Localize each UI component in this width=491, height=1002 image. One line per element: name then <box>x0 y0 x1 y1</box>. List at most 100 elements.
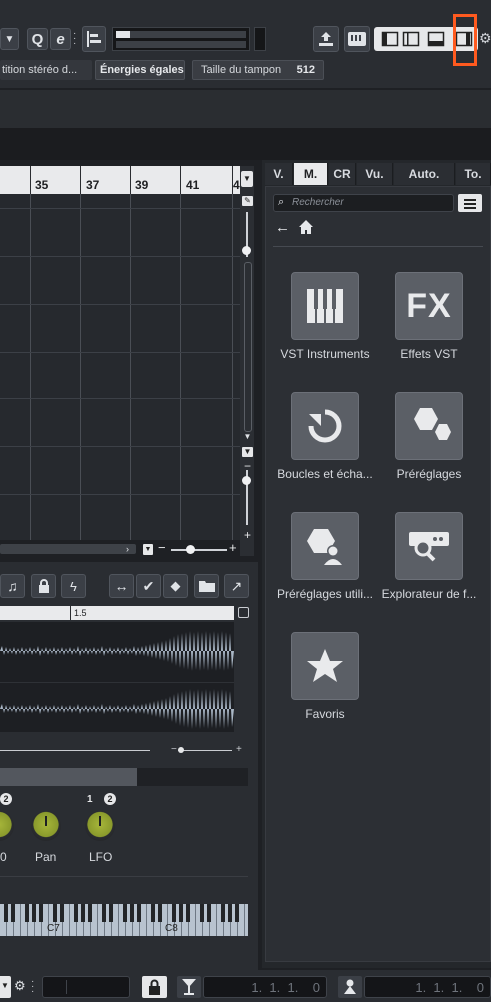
right-locator-field[interactable]: 1. 1. 1. 0 <box>364 976 491 998</box>
right-locator-button[interactable] <box>338 976 362 998</box>
edit-in-place-button[interactable]: e <box>50 28 71 50</box>
back-arrow-icon[interactable]: ← <box>275 219 291 236</box>
folder-button[interactable] <box>194 574 219 598</box>
user-presets-tile[interactable] <box>291 512 359 580</box>
favorites-label: Favoris <box>305 707 345 721</box>
lock-button[interactable] <box>31 574 56 598</box>
list-view-button[interactable] <box>458 194 482 212</box>
buffer-size-field[interactable]: Taille du tampon 512 <box>192 60 324 80</box>
status-dropdown[interactable]: ▼ <box>0 976 11 998</box>
tab-media[interactable]: M. <box>294 163 328 185</box>
loops-tile[interactable] <box>291 392 359 460</box>
left-locator-value: 1. 1. 1. 0 <box>251 980 320 995</box>
lower-zone-toggle[interactable] <box>427 30 445 48</box>
horizontal-zoom-out[interactable]: − <box>158 541 168 554</box>
sampler-zoom-in[interactable]: + <box>236 744 244 755</box>
sampler-scroll-line[interactable] <box>0 750 150 751</box>
zoom-preset-menu[interactable]: ▼ <box>143 544 153 555</box>
search-field[interactable]: ⌕ Rechercher <box>273 194 454 212</box>
left-zone-toggle[interactable] <box>381 30 399 48</box>
left-locator-field[interactable]: 1. 1. 1. 0 <box>203 976 327 998</box>
horizontal-zoom-in[interactable]: + <box>229 541 239 554</box>
dropdown-arrow-button[interactable]: ▼ <box>0 28 19 50</box>
tab-tools[interactable]: To. <box>456 163 491 185</box>
quantize-button[interactable]: Q <box>27 28 48 50</box>
right-locator-value: 1. 1. 1. 0 <box>415 980 484 995</box>
midi-keyboard-icon <box>348 32 366 46</box>
sampler-zoom-handle[interactable] <box>178 747 184 753</box>
file-explorer-tile[interactable] <box>395 512 463 580</box>
scroll-right-arrow[interactable]: › <box>126 544 136 554</box>
pan-knob[interactable] <box>31 811 61 841</box>
lfo-knob[interactable] <box>85 811 115 841</box>
left-locator-button[interactable] <box>177 976 201 998</box>
vst-instruments-label: VST Instruments <box>280 347 370 361</box>
align-left-icon <box>87 31 101 47</box>
transpose-button[interactable]: ↔ <box>109 574 134 598</box>
home-icon[interactable] <box>298 219 314 235</box>
loop-checkbox[interactable] <box>238 607 249 618</box>
e-icon: e <box>56 30 65 48</box>
pencil-icon[interactable]: ✎ <box>242 196 253 206</box>
waveform-right <box>0 689 234 729</box>
vst-instruments-tile[interactable] <box>291 272 359 340</box>
status-settings-icon[interactable]: ⚙ <box>14 978 28 996</box>
waveform-left <box>0 631 234 671</box>
lfo-badge: 2 <box>104 793 116 805</box>
lock-button[interactable] <box>142 976 167 998</box>
keyboard-button[interactable] <box>344 26 370 52</box>
kebab-icon[interactable]: · · · <box>31 977 34 997</box>
user-preset-icon <box>307 529 342 565</box>
right-locator-icon <box>344 979 356 994</box>
lock-icon <box>38 579 49 593</box>
vst-effects-tile[interactable]: FX <box>395 272 463 340</box>
kebab-icon[interactable]: · · · <box>73 29 76 49</box>
eraser-icon: ◆ <box>170 578 181 593</box>
equal-energy-field[interactable]: Énergies égales <box>95 60 185 80</box>
loop-icon <box>308 409 342 443</box>
erase-button[interactable]: ◆ <box>163 574 188 598</box>
open-external-button[interactable]: ↗ <box>224 574 249 598</box>
meter-clip-indicator[interactable] <box>254 27 266 51</box>
upload-icon <box>319 32 333 46</box>
track-height-menu[interactable]: ▼ <box>242 447 253 457</box>
caret-down-icon: ▼ <box>4 33 15 45</box>
sampler-zoom-slider[interactable] <box>178 750 232 751</box>
gear-icon[interactable]: ⚙ <box>479 30 491 48</box>
tab-cr[interactable]: CR <box>329 163 356 185</box>
vertical-zoom-handle[interactable] <box>242 246 251 255</box>
piano-keys-icon <box>307 289 343 323</box>
file-explorer-icon <box>409 532 449 562</box>
tab-vst[interactable]: V. <box>265 163 293 185</box>
lightning-button[interactable]: ϟ <box>61 574 86 598</box>
export-button[interactable] <box>313 26 339 52</box>
presets-tile[interactable] <box>395 392 463 460</box>
scroll-down-arrow[interactable]: ▼ <box>242 432 253 442</box>
search-icon: ⌕ <box>278 196 285 208</box>
status-field-empty[interactable] <box>42 976 130 998</box>
apply-button[interactable]: ✔ <box>136 574 161 598</box>
favorites-tile[interactable] <box>291 632 359 700</box>
track-zoom-handle[interactable] <box>242 476 251 485</box>
vst-effects-label: Effets VST <box>400 347 458 361</box>
horizontal-zoom-handle[interactable] <box>186 545 195 554</box>
vertical-scrollbar[interactable] <box>244 262 252 432</box>
align-left-button[interactable] <box>82 26 106 52</box>
user-presets-label: Préréglages utili... <box>276 587 374 601</box>
key-label-c7: C7 <box>47 923 60 934</box>
bar-number: 37 <box>86 178 100 192</box>
horizontal-zoom-slider[interactable] <box>171 549 227 551</box>
track-zoom-in[interactable]: + <box>242 529 253 541</box>
lock-icon <box>149 979 160 995</box>
audio-icon-button[interactable]: ♫ <box>0 574 25 598</box>
tab-automation[interactable]: Auto. <box>394 163 455 185</box>
star-icon <box>307 649 343 682</box>
event-display[interactable] <box>0 194 240 540</box>
horizontal-scrollbar[interactable] <box>0 544 136 554</box>
project-zone-toggle[interactable] <box>402 30 420 48</box>
file-explorer-label: Explorateur de f... <box>381 587 477 601</box>
equal-energy-label: Énergies égales <box>100 64 184 76</box>
ruler-menu-button[interactable]: ▼ <box>241 171 253 187</box>
tab-meter[interactable]: Vu. <box>357 163 393 185</box>
stereo-split-field[interactable]: tition stéréo d... <box>0 60 92 80</box>
